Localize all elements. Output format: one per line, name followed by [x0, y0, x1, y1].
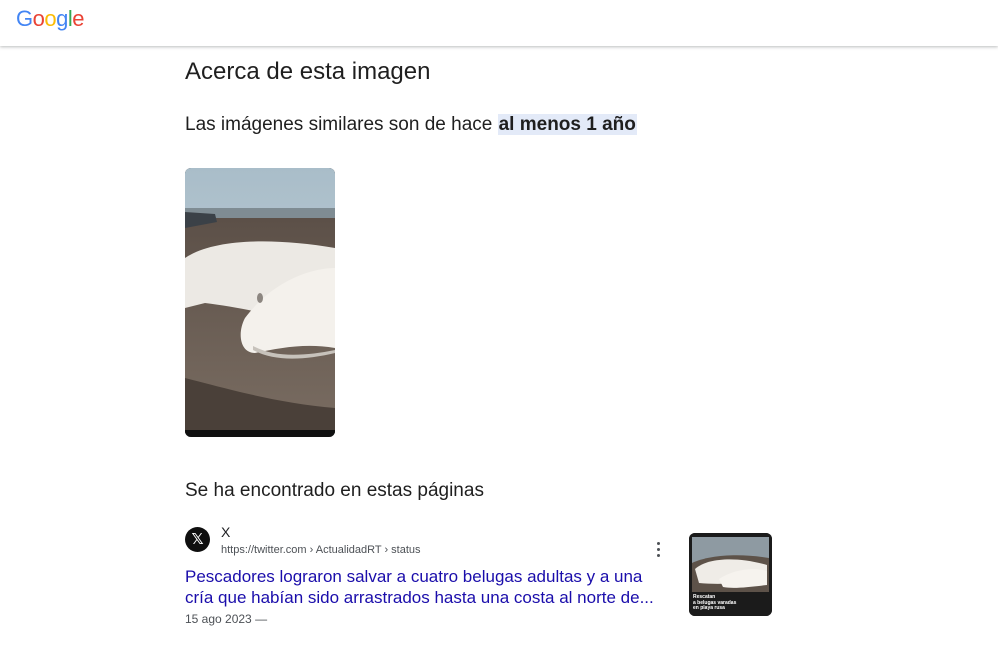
image-age-highlight: al menos 1 año [497, 114, 637, 135]
more-options-icon[interactable] [651, 540, 665, 560]
logo-letter: G [16, 6, 33, 31]
result-title-line: Pescadores lograron salvar a cuatro belu… [185, 567, 643, 586]
found-pages-title: Se ha encontrado en estas páginas [185, 480, 484, 501]
result-thumbnail[interactable]: Rescatan a belugas varadas en playa rusa [689, 533, 772, 616]
logo-letter: o [44, 6, 57, 31]
similar-image-thumbnail[interactable] [185, 168, 335, 437]
result-title-link[interactable]: Pescadores lograron salvar a cuatro belu… [185, 566, 685, 608]
x-logo-icon: 𝕏 [185, 527, 210, 552]
search-result: 𝕏 X https://twitter.com › ActualidadRT ›… [185, 524, 775, 634]
google-logo[interactable]: Google [16, 6, 85, 32]
logo-letter: g [56, 6, 68, 31]
result-url[interactable]: https://twitter.com › ActualidadRT › sta… [221, 544, 421, 556]
top-bar: Google [0, 0, 998, 46]
result-date: 15 ago 2023 — [185, 612, 268, 626]
image-age-prefix: Las imágenes similares son de hace [185, 114, 498, 135]
result-thumbnail-caption: Rescatan a belugas varadas en playa rusa [693, 594, 737, 611]
result-site-name[interactable]: X [221, 524, 230, 540]
logo-letter: e [72, 6, 85, 31]
result-title-line: cría que habían sido arrastrados hasta u… [185, 588, 654, 607]
page-title: Acerca de esta imagen [185, 58, 431, 85]
beluga-beach-image [185, 168, 335, 437]
image-age-line: Las imágenes similares son de hace al me… [185, 114, 637, 136]
logo-letter: o [32, 6, 45, 31]
